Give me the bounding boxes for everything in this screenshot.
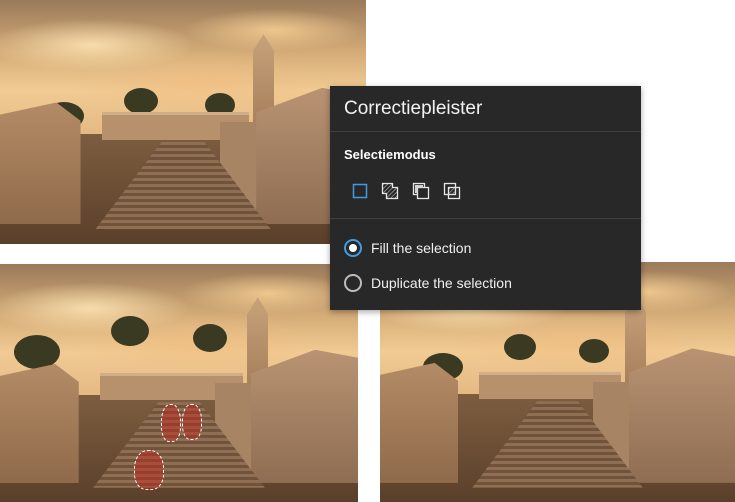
duplicate-selection-option[interactable]: Duplicate the selection [344,272,512,294]
selection-marquee[interactable] [134,450,164,490]
panel-title: Correctiepleister [344,98,483,119]
divider [330,218,641,219]
fill-selection-option[interactable]: Fill the selection [344,237,471,259]
selection-mode-label: Selectiemodus [344,147,436,162]
radio-unchecked-icon[interactable] [344,274,362,292]
new-selection-icon [352,183,368,199]
new-selection-button[interactable] [349,180,371,202]
photo-with-selection [0,264,358,502]
add-to-selection-icon [381,182,399,200]
subtract-from-selection-button[interactable] [410,180,432,202]
add-to-selection-button[interactable] [379,180,401,202]
selection-marquee[interactable] [182,404,202,440]
subtract-from-selection-icon [412,182,430,200]
intersect-selection-button[interactable] [441,180,463,202]
photo-original [0,0,366,244]
intersect-selection-icon [443,182,461,200]
duplicate-selection-label: Duplicate the selection [371,275,512,291]
radio-checked-icon[interactable] [344,239,362,257]
selection-marquee[interactable] [161,404,181,442]
divider [330,131,641,132]
correction-panel: Correctiepleister Selectiemodus Fill the… [330,86,641,310]
fill-selection-label: Fill the selection [371,240,472,256]
